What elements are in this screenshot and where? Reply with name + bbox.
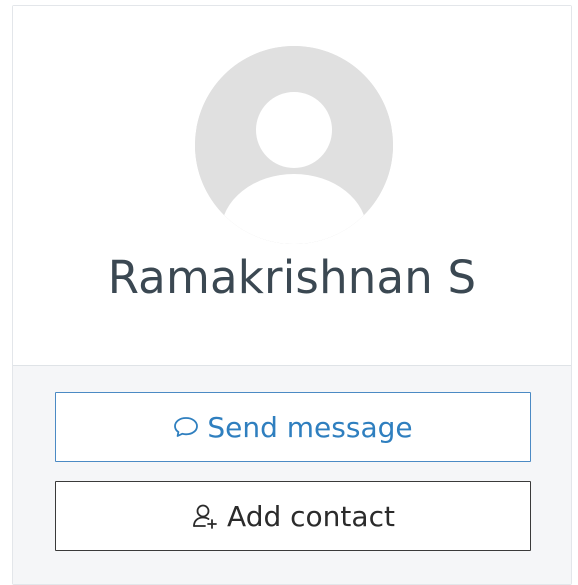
add-contact-label: Add contact	[227, 499, 395, 533]
profile-header: Ramakrishnan S	[13, 6, 571, 366]
avatar	[195, 46, 393, 244]
profile-actions: Send message Add contact	[13, 366, 571, 584]
speech-bubble-icon	[173, 415, 199, 439]
user-profile-card: Ramakrishnan S Send message Add contact	[12, 5, 572, 585]
send-message-button[interactable]: Send message	[55, 392, 531, 462]
default-user-avatar-icon	[195, 46, 393, 244]
add-contact-button[interactable]: Add contact	[55, 481, 531, 551]
profile-name: Ramakrishnan S	[107, 251, 477, 304]
send-message-label: Send message	[207, 410, 413, 444]
user-plus-icon	[191, 502, 219, 530]
